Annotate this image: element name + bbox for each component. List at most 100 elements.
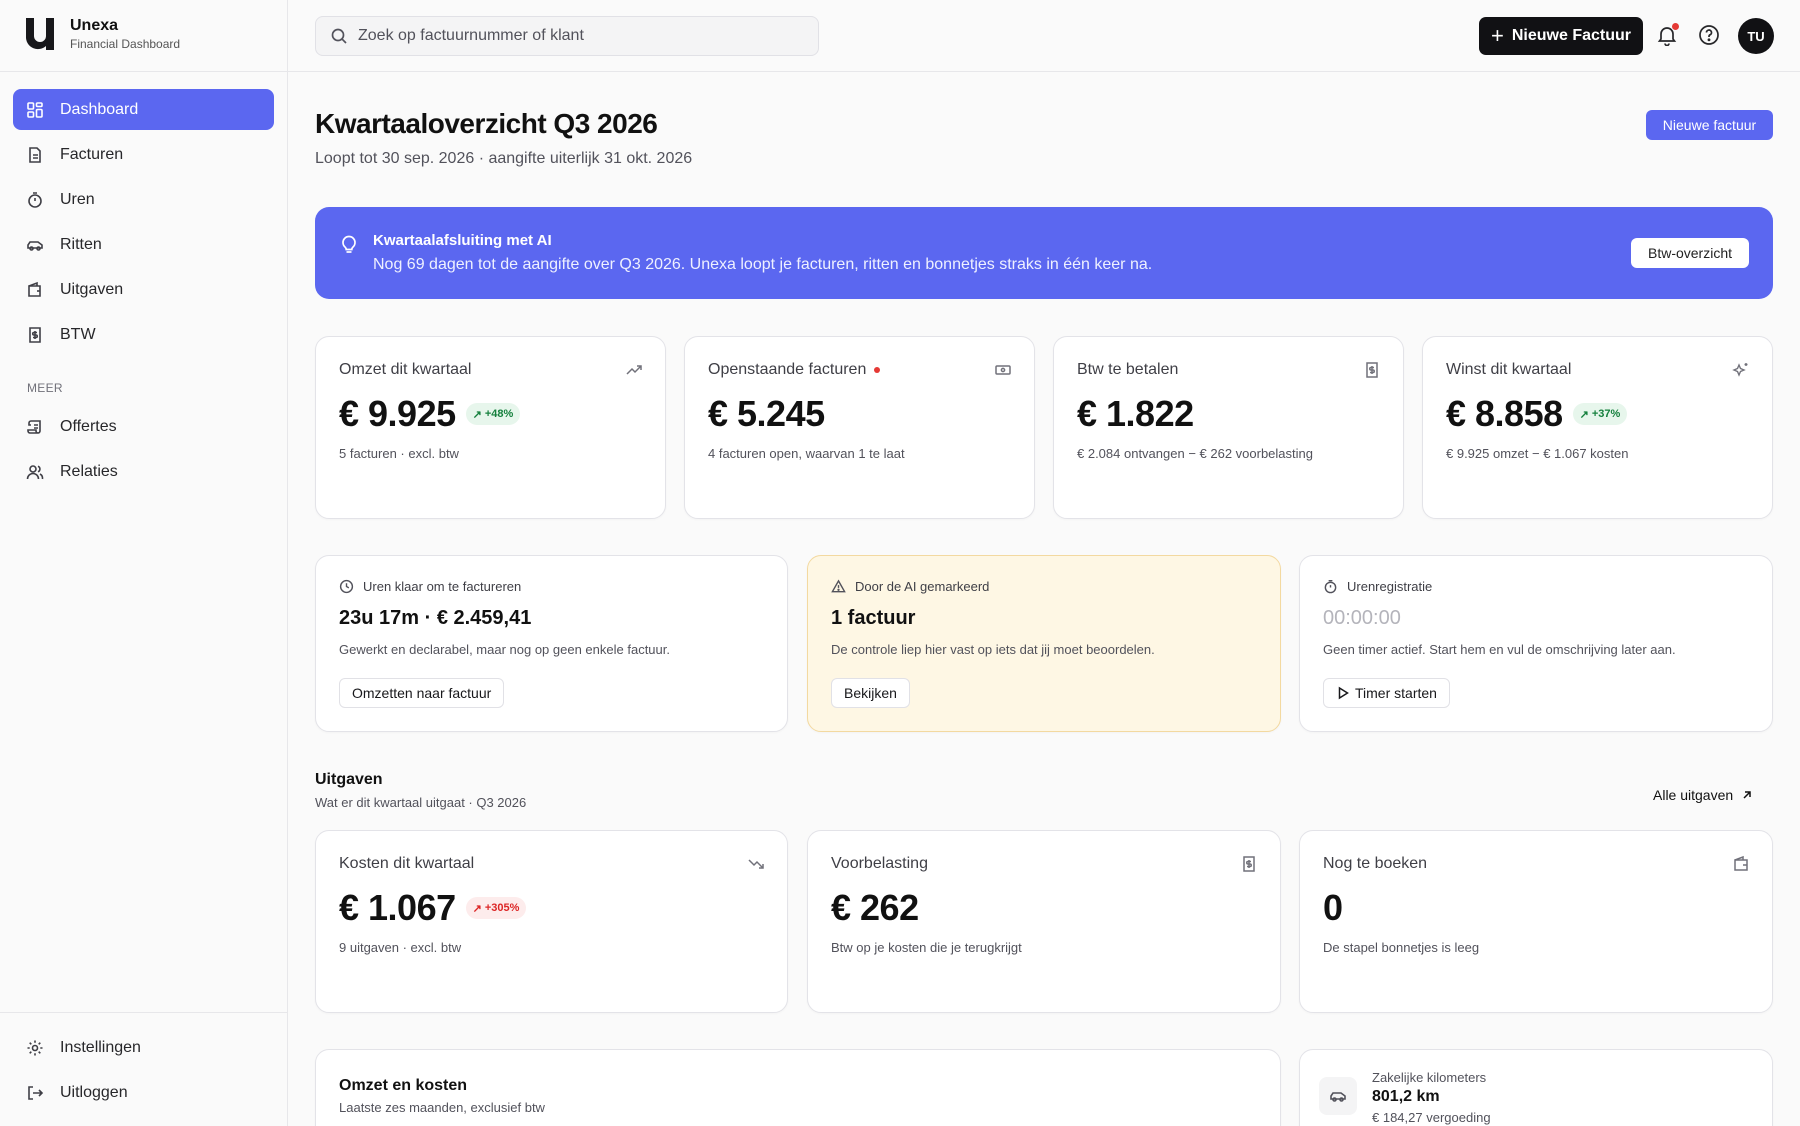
file-icon [29, 146, 41, 163]
sidebar-item-label: Relaties [60, 462, 118, 480]
banknote-icon [995, 365, 1011, 375]
kpi-card-outstanding[interactable]: Openstaande facturen € 5.245 4 facturen … [684, 336, 1035, 519]
lightbulb-icon [342, 235, 356, 253]
sidebar-item-ritten[interactable]: Ritten [13, 224, 274, 265]
trend-up-icon: ↗ [472, 902, 482, 915]
new-invoice-button[interactable]: + Nieuwe Factuur [1479, 17, 1643, 55]
mileage-card[interactable]: Zakelijke kilometers 801,2 km € 184,27 v… [1299, 1049, 1773, 1126]
start-timer-button[interactable]: Timer starten [1323, 678, 1450, 708]
badge-text: +48% [484, 408, 514, 420]
nav-section-label: MEER [27, 381, 63, 395]
arrow-up-right-icon [1743, 791, 1751, 799]
avatar[interactable]: TU [1738, 18, 1774, 54]
search-icon [331, 28, 347, 44]
action-card-billable-hours: Uren klaar om te factureren 23u 17m · € … [315, 555, 788, 732]
kpi-card-vat[interactable]: Btw te betalen € 1.822 € 2.084 ontvangen… [1053, 336, 1404, 519]
mileage-value: 801,2 km [1372, 1088, 1440, 1105]
kpi-value-text: 0 [1323, 887, 1343, 928]
kpi-card-revenue[interactable]: Omzet dit kwartaal € 9.925 ↗ +48% 5 factu… [315, 336, 666, 519]
sidebar-item-offertes[interactable]: Offertes [13, 406, 274, 447]
new-invoice-secondary-button[interactable]: Nieuwe factuur [1646, 110, 1773, 140]
sidebar-item-dashboard[interactable]: Dashboard [13, 89, 274, 130]
kpi-value: € 262 [831, 887, 919, 929]
mileage-label: Zakelijke kilometers [1372, 1070, 1487, 1085]
kpi-value: 0 [1323, 887, 1343, 929]
kpi-value-text: € 1.067 [339, 887, 456, 928]
logout-icon [28, 1085, 44, 1100]
kpi-label-text: Kosten dit kwartaal [339, 855, 475, 872]
action-head-text: Door de AI gemarkeerd [855, 579, 990, 594]
divider [0, 1012, 287, 1013]
sidebar-item-label: Uren [60, 190, 95, 208]
action-note: De controle liep hier vast op iets dat j… [831, 642, 1155, 657]
wallet-icon [28, 281, 41, 297]
convert-to-invoice-button[interactable]: Omzetten naar factuur [339, 678, 505, 708]
kpi-label-text: Voorbelasting [831, 855, 928, 872]
sparkles-icon [1732, 363, 1748, 377]
growth-badge: ↗ +305% [465, 897, 527, 919]
kpi-label: Btw te betalen [1077, 361, 1178, 379]
growth-badge: ↗ +48% [465, 403, 521, 425]
kpi-note: € 9.925 omzet − € 1.067 kosten [1446, 446, 1629, 461]
sidebar-item-uitloggen[interactable]: Uitloggen [13, 1072, 274, 1113]
kpi-note: Btw op je kosten die je terugkrijgt [831, 940, 1022, 955]
action-card-time-tracking: Urenregistratie 00:00:00 Geen timer acti… [1299, 555, 1773, 732]
timer-display: 00:00:00 [1323, 607, 1401, 629]
expense-card-costs[interactable]: Kosten dit kwartaal € 1.067 ↗ +305% 9 uit… [315, 830, 788, 1013]
kpi-label: Winst dit kwartaal [1446, 361, 1571, 379]
sidebar-item-label: Uitloggen [60, 1083, 128, 1101]
kpi-value: € 1.067 ↗ +305% [339, 887, 527, 929]
expense-card-to-book[interactable]: Nog te boeken 0 De stapel bonnetjes is l… [1299, 830, 1773, 1013]
sidebar-item-instellingen[interactable]: Instellingen [13, 1027, 274, 1068]
badge-text: +305% [484, 902, 520, 914]
notification-dot [1671, 22, 1680, 31]
sidebar-item-label: Offertes [60, 417, 117, 435]
sidebar-item-uren[interactable]: Uren [13, 179, 274, 220]
kpi-label-text: Openstaande facturen [708, 361, 867, 378]
notifications-button[interactable] [1656, 22, 1680, 46]
button-label: Omzetten naar factuur [352, 685, 492, 701]
review-button[interactable]: Bekijken [831, 678, 910, 708]
kpi-value: € 9.925 ↗ +48% [339, 393, 521, 435]
scroll-icon [27, 419, 41, 434]
kpi-label: Openstaande facturen [708, 361, 881, 379]
sidebar: Unexa Financial Dashboard Dashboard Fact… [0, 0, 288, 1126]
search-input[interactable] [358, 27, 798, 45]
trend-up-icon: ↗ [472, 408, 482, 421]
help-button[interactable] [1698, 24, 1720, 46]
dashboard-icon [27, 101, 43, 118]
vat-overview-button[interactable]: Btw-overzicht [1631, 238, 1749, 268]
receipt-icon [29, 326, 41, 343]
action-head: Urenregistratie [1323, 579, 1432, 594]
action-note: Gewerkt en declarabel, maar nog op geen … [339, 642, 670, 657]
growth-badge: ↗ +37% [1572, 403, 1628, 425]
mileage-note: € 184,27 vergoeding [1372, 1110, 1491, 1125]
kpi-note: 9 uitgaven · excl. btw [339, 940, 462, 955]
receipt-icon [1243, 856, 1255, 872]
car-icon-badge [1319, 1077, 1357, 1115]
timer-icon [1324, 579, 1337, 594]
kpi-note: € 2.084 ontvangen − € 262 voorbelasting [1077, 446, 1313, 461]
kpi-value: € 5.245 [708, 393, 825, 435]
button-label: Timer starten [1355, 685, 1437, 701]
kpi-label-text: Omzet dit kwartaal [339, 361, 472, 378]
topbar: + Nieuwe Factuur TU [288, 0, 1800, 72]
kpi-note: De stapel bonnetjes is leeg [1323, 940, 1480, 955]
kpi-value: € 1.822 [1077, 393, 1194, 435]
kpi-card-profit[interactable]: Winst dit kwartaal € 8.858 ↗ +37% € 9.925… [1422, 336, 1773, 519]
sidebar-item-label: BTW [60, 325, 96, 343]
all-expenses-link[interactable]: Alle uitgaven [1653, 787, 1753, 803]
users-icon [26, 464, 44, 479]
brand[interactable]: Unexa Financial Dashboard [24, 16, 180, 52]
kpi-value: € 8.858 ↗ +37% [1446, 393, 1628, 435]
search-box[interactable] [315, 16, 819, 56]
sidebar-item-facturen[interactable]: Facturen [13, 134, 274, 175]
brand-logo-icon [26, 18, 54, 50]
expense-card-input-vat[interactable]: Voorbelasting € 262 Btw op je kosten die… [807, 830, 1281, 1013]
action-value: 23u 17m · € 2.459,41 [339, 607, 532, 629]
sidebar-item-relaties[interactable]: Relaties [13, 451, 274, 492]
sidebar-item-btw[interactable]: BTW [13, 314, 274, 355]
alert-dot [874, 367, 881, 373]
sidebar-item-uitgaven[interactable]: Uitgaven [13, 269, 274, 310]
kpi-label-text: Btw te betalen [1077, 361, 1179, 378]
